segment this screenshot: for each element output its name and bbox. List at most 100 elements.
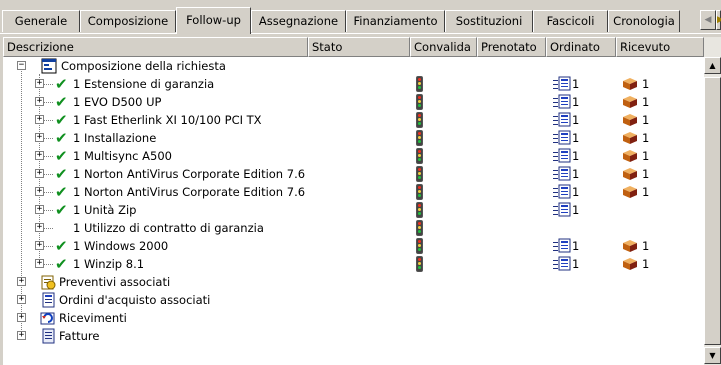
traffic-light-icon: [416, 148, 423, 164]
tab-composizione[interactable]: Composizione: [80, 10, 176, 32]
traffic-light-icon: [416, 166, 423, 182]
scroll-up-button[interactable]: ▲: [704, 57, 721, 74]
tree-item-label: 1 Unità Zip: [73, 203, 137, 217]
tree-view[interactable]: − Composizione della richiesta + ✔ 1 Esten…: [3, 57, 704, 365]
checkmark-icon: ✔: [55, 147, 68, 165]
receipts-icon: [40, 310, 56, 326]
ricevuto-value: 1: [642, 149, 650, 163]
collapse-toggle[interactable]: −: [17, 61, 26, 70]
tab-fascicoli[interactable]: Fascicoli: [533, 10, 608, 32]
ricevuto-value: 1: [642, 95, 650, 109]
tree-item-label: 1 Norton AntiVirus Corporate Edition 7.6: [73, 185, 306, 199]
checkmark-icon: ✔: [55, 255, 68, 273]
ordinato-value: 1: [572, 203, 580, 217]
column-stato[interactable]: Stato: [308, 37, 410, 57]
received-box-icon: [623, 95, 638, 112]
ordinato-value: 1: [572, 257, 580, 271]
tree-node-label: Fatture: [59, 329, 100, 343]
tree-node-label: Ordini d'acquisto associati: [59, 293, 211, 307]
tab-scroll-left-button[interactable]: ◀: [700, 10, 716, 30]
traffic-light-icon: [416, 220, 423, 236]
tab-follow-up[interactable]: Follow-up: [176, 7, 251, 34]
tree-item-row[interactable]: + ✔ 1 EVO D500 UP 1 1: [3, 93, 704, 111]
received-box-icon: [623, 77, 638, 94]
tab-scroll-right-button[interactable]: ▶: [716, 10, 721, 30]
expand-toggle[interactable]: +: [35, 133, 44, 142]
tree-item-row[interactable]: + ✔ 1 Unità Zip 1: [3, 201, 704, 219]
tree-item-row[interactable]: + ✔ 1 Winzip 8.1 1 1: [3, 255, 704, 273]
scroll-thumb[interactable]: [704, 77, 721, 345]
tab-generale[interactable]: Generale: [2, 10, 80, 32]
tree-item-row[interactable]: +1 Utilizzo di contratto di garanzia: [3, 219, 704, 237]
column-convalida[interactable]: Convalida: [410, 37, 477, 57]
checkmark-icon: ✔: [55, 111, 68, 129]
tab-finanziamento[interactable]: Finanziamento: [346, 10, 445, 32]
traffic-light-icon: [416, 256, 423, 272]
checkmark-icon: ✔: [55, 237, 68, 255]
ricevuto-value: 1: [642, 77, 650, 91]
tree-item-label: 1 Fast Etherlink XI 10/100 PCI TX: [73, 113, 262, 127]
checkmark-icon: ✔: [55, 75, 68, 93]
tree-node-label: Ricevimenti: [59, 311, 127, 325]
tree-item-label: 1 Windows 2000: [73, 239, 169, 253]
expand-toggle[interactable]: +: [17, 295, 26, 304]
traffic-light-icon: [416, 94, 423, 110]
tree-node-row[interactable]: + Fatture: [3, 327, 704, 345]
expand-toggle[interactable]: +: [35, 169, 44, 178]
tree-item-row[interactable]: + ✔ 1 Norton AntiVirus Corporate Edition 7…: [3, 183, 704, 201]
ricevuto-value: 1: [642, 185, 650, 199]
tree-item-label: 1 Winzip 8.1: [73, 257, 145, 271]
expand-toggle[interactable]: +: [35, 151, 44, 160]
received-box-icon: [623, 113, 638, 130]
tree-item-row[interactable]: + ✔ 1 Multisync A500 1 1: [3, 147, 704, 165]
tree-node-row[interactable]: + Preventivi associati: [3, 273, 704, 291]
follow-up-panel: Descrizione Stato Convalida Prenotato Or…: [3, 37, 721, 365]
expand-toggle[interactable]: +: [35, 205, 44, 214]
received-box-icon: [623, 131, 638, 148]
expand-toggle[interactable]: +: [35, 97, 44, 106]
column-ricevuto[interactable]: Ricevuto: [616, 37, 704, 57]
expand-toggle[interactable]: +: [35, 115, 44, 124]
expand-toggle[interactable]: +: [17, 313, 26, 322]
tree-item-row[interactable]: + ✔ 1 Windows 2000 1 1: [3, 237, 704, 255]
expand-toggle[interactable]: +: [17, 331, 26, 340]
expand-toggle[interactable]: +: [35, 223, 44, 232]
expand-toggle[interactable]: +: [17, 277, 26, 286]
checkmark-icon: ✔: [55, 129, 68, 147]
tab-sostituzioni[interactable]: Sostituzioni: [445, 10, 533, 32]
expand-toggle[interactable]: +: [35, 187, 44, 196]
scroll-down-button[interactable]: ▼: [704, 347, 721, 364]
traffic-light-icon: [416, 76, 423, 92]
checkmark-icon: ✔: [55, 201, 68, 219]
vertical-scrollbar[interactable]: ▲ ▼: [704, 37, 721, 365]
tree-root-row[interactable]: − Composizione della richiesta: [3, 57, 704, 75]
tree-item-row[interactable]: + ✔ 1 Fast Etherlink XI 10/100 PCI TX 1 1: [3, 111, 704, 129]
expand-toggle[interactable]: +: [35, 241, 44, 250]
column-header: Descrizione Stato Convalida Prenotato Or…: [3, 37, 704, 57]
tree-node-row[interactable]: + Ordini d'acquisto associati: [3, 291, 704, 309]
tree-item-row[interactable]: + ✔ 1 Estensione di garanzia 1 1: [3, 75, 704, 93]
column-prenotato[interactable]: Prenotato: [477, 37, 546, 57]
ordinato-value: 1: [572, 95, 580, 109]
purchase-orders-icon: [40, 292, 56, 308]
tree-item-row[interactable]: + ✔ 1 Installazione 1 1: [3, 129, 704, 147]
tab-cronologia[interactable]: Cronologia: [608, 10, 680, 32]
tree-item-label: 1 Installazione: [73, 131, 157, 145]
ricevuto-value: 1: [642, 113, 650, 127]
tree-item-label: 1 Multisync A500: [73, 149, 172, 163]
traffic-light-icon: [416, 238, 423, 254]
tab-assegnazione[interactable]: Assegnazione: [251, 10, 346, 32]
tab-bar: Generale Composizione Follow-up Assegnaz…: [0, 0, 721, 34]
ordinato-value: 1: [572, 131, 580, 145]
traffic-light-icon: [416, 112, 423, 128]
column-descrizione[interactable]: Descrizione: [3, 37, 308, 57]
column-ordinato[interactable]: Ordinato: [546, 37, 616, 57]
expand-toggle[interactable]: +: [35, 79, 44, 88]
tree-node-row[interactable]: + Ricevimenti: [3, 309, 704, 327]
tree-item-row[interactable]: + ✔ 1 Norton AntiVirus Corporate Edition 7…: [3, 165, 704, 183]
ordinato-value: 1: [572, 239, 580, 253]
request-composition-icon: [41, 58, 57, 74]
ordinato-value: 1: [572, 77, 580, 91]
expand-toggle[interactable]: +: [35, 259, 44, 268]
checkmark-icon: ✔: [55, 183, 68, 201]
